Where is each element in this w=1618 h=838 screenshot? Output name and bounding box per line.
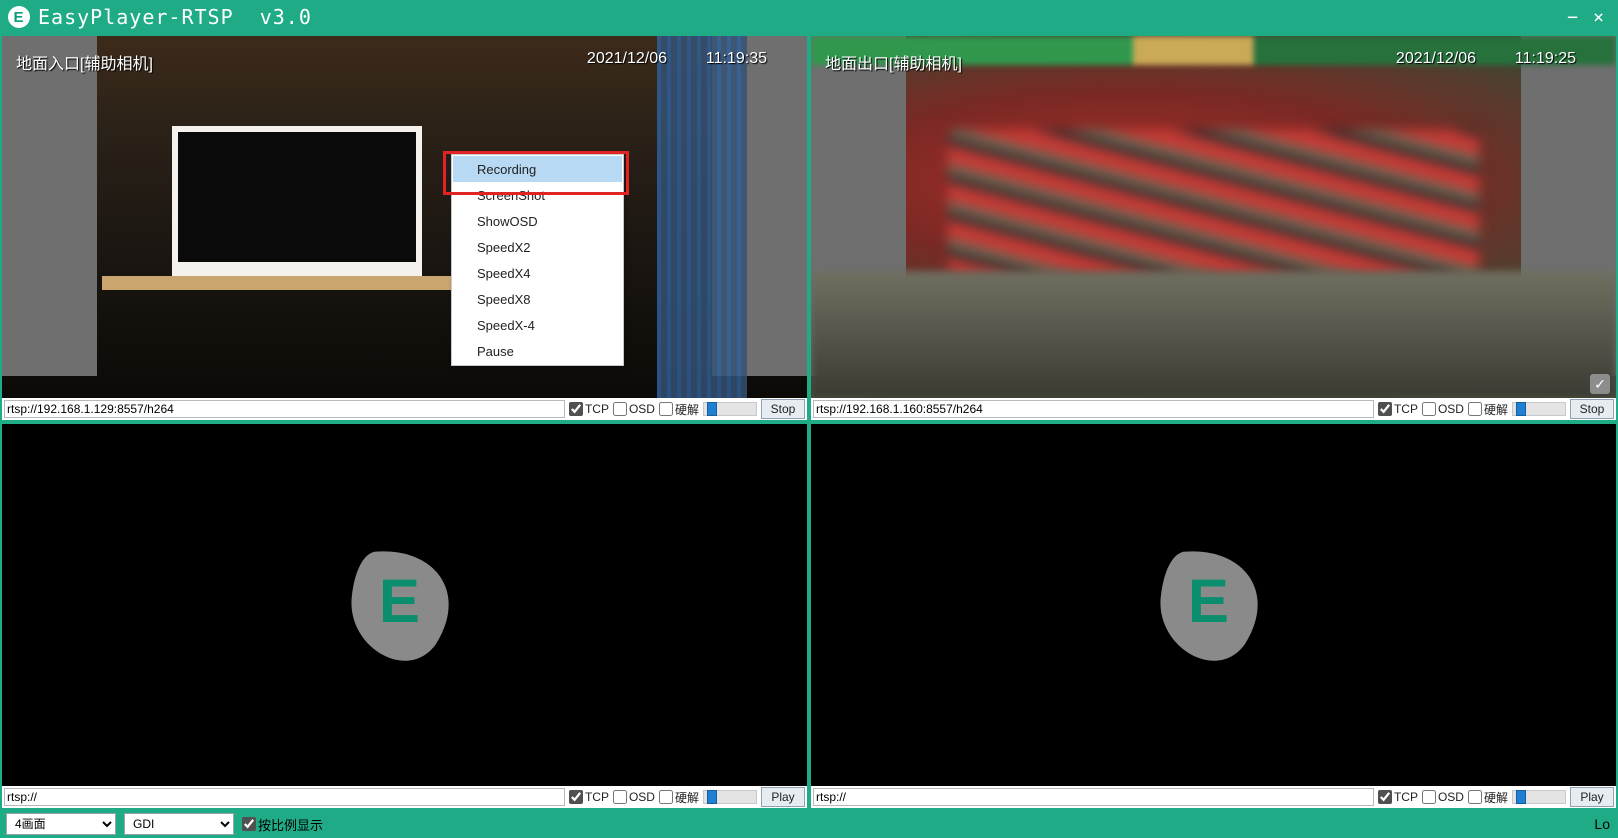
control-bar-1: TCP OSD 硬解 Stop xyxy=(811,398,1616,420)
osd-time-0: 11:19:35 xyxy=(706,50,767,68)
renderer-select[interactable]: GDI xyxy=(124,813,234,835)
play-button-3[interactable]: Play xyxy=(1570,787,1614,807)
log-label: Lo xyxy=(1594,816,1612,832)
rtsp-url-input-3[interactable] xyxy=(813,788,1374,806)
osd-checkbox-1[interactable]: OSD xyxy=(1422,402,1464,416)
video-pane-2: E TCP OSD 硬解 Play xyxy=(0,422,809,810)
video-grid: 地面入口[辅助相机] 2021/12/06 11:19:35 Recording… xyxy=(0,34,1618,810)
video-area-3[interactable]: E xyxy=(811,424,1616,786)
letterbox-left xyxy=(2,36,97,376)
rtsp-url-input-0[interactable] xyxy=(4,400,565,418)
tcp-checkbox-3[interactable]: TCP xyxy=(1378,790,1418,804)
hwdecode-checkbox-1[interactable]: 硬解 xyxy=(1468,401,1508,418)
app-name: EasyPlayer-RTSP xyxy=(38,5,234,29)
context-menu-item[interactable]: ShowOSD xyxy=(453,208,622,234)
status-check-icon: ✓ xyxy=(1590,374,1610,394)
volume-slider-1[interactable] xyxy=(1512,402,1566,416)
context-menu-item[interactable]: ScreenShot xyxy=(453,182,622,208)
osd-label-1: 地面出口[辅助相机] xyxy=(825,50,962,74)
osd-time-1: 11:19:25 xyxy=(1515,50,1576,68)
video-area-2[interactable]: E xyxy=(2,424,807,786)
volume-slider-3[interactable] xyxy=(1512,790,1566,804)
layout-select[interactable]: 4画面 xyxy=(6,813,116,835)
rtsp-url-input-2[interactable] xyxy=(4,788,565,806)
scale-checkbox[interactable]: 按比例显示 xyxy=(242,815,323,834)
tcp-checkbox-0[interactable]: TCP xyxy=(569,402,609,416)
video-area-0[interactable]: 地面入口[辅助相机] 2021/12/06 11:19:35 Recording… xyxy=(2,36,807,398)
video-area-1[interactable]: 地面出口[辅助相机] 2021/12/06 11:19:25 xyxy=(811,36,1616,398)
volume-slider-0[interactable] xyxy=(703,402,757,416)
hwdecode-checkbox-0[interactable]: 硬解 xyxy=(659,401,699,418)
video-pane-1: 地面出口[辅助相机] 2021/12/06 11:19:25 TCP OSD 硬… xyxy=(809,34,1618,422)
tcp-checkbox-1[interactable]: TCP xyxy=(1378,402,1418,416)
osd-checkbox-2[interactable]: OSD xyxy=(613,790,655,804)
close-button[interactable]: × xyxy=(1586,5,1612,29)
volume-slider-2[interactable] xyxy=(703,790,757,804)
osd-label-0: 地面入口[辅助相机] xyxy=(16,50,153,74)
osd-date-1: 2021/12/06 xyxy=(1396,50,1476,68)
tcp-checkbox-2[interactable]: TCP xyxy=(569,790,609,804)
video-pane-3: E TCP OSD 硬解 Play xyxy=(809,422,1618,810)
context-menu-item[interactable]: SpeedX4 xyxy=(453,260,622,286)
minimize-button[interactable]: − xyxy=(1560,5,1586,29)
easyplayer-logo-icon: E xyxy=(1139,535,1289,675)
osd-checkbox-0[interactable]: OSD xyxy=(613,402,655,416)
context-menu-item[interactable]: SpeedX-4 xyxy=(453,312,622,338)
control-bar-3: TCP OSD 硬解 Play xyxy=(811,786,1616,808)
app-title: EasyPlayer-RTSP v3.0 xyxy=(38,5,312,29)
rtsp-url-input-1[interactable] xyxy=(813,400,1374,418)
control-bar-0: TCP OSD 硬解 Stop xyxy=(2,398,807,420)
context-menu-item[interactable]: SpeedX8 xyxy=(453,286,622,312)
app-logo-icon: E xyxy=(8,6,30,28)
hwdecode-checkbox-3[interactable]: 硬解 xyxy=(1468,789,1508,806)
osd-checkbox-3[interactable]: OSD xyxy=(1422,790,1464,804)
app-version: v3.0 xyxy=(260,5,312,29)
control-bar-2: TCP OSD 硬解 Play xyxy=(2,786,807,808)
context-menu-item[interactable]: Pause xyxy=(453,338,622,364)
context-menu: RecordingScreenShotShowOSDSpeedX2SpeedX4… xyxy=(451,154,624,366)
bottom-toolbar: 4画面 GDI 按比例显示 Lo xyxy=(0,810,1618,838)
context-menu-item[interactable]: SpeedX2 xyxy=(453,234,622,260)
osd-date-0: 2021/12/06 xyxy=(587,50,667,68)
titlebar: E EasyPlayer-RTSP v3.0 − × xyxy=(0,0,1618,34)
svg-text:E: E xyxy=(378,567,419,636)
stop-button-1[interactable]: Stop xyxy=(1570,399,1614,419)
video-pane-0: 地面入口[辅助相机] 2021/12/06 11:19:35 Recording… xyxy=(0,34,809,422)
easyplayer-logo-icon: E xyxy=(330,535,480,675)
hwdecode-checkbox-2[interactable]: 硬解 xyxy=(659,789,699,806)
stop-button-0[interactable]: Stop xyxy=(761,399,805,419)
play-button-2[interactable]: Play xyxy=(761,787,805,807)
svg-text:E: E xyxy=(1187,567,1228,636)
context-menu-item[interactable]: Recording xyxy=(453,156,622,182)
